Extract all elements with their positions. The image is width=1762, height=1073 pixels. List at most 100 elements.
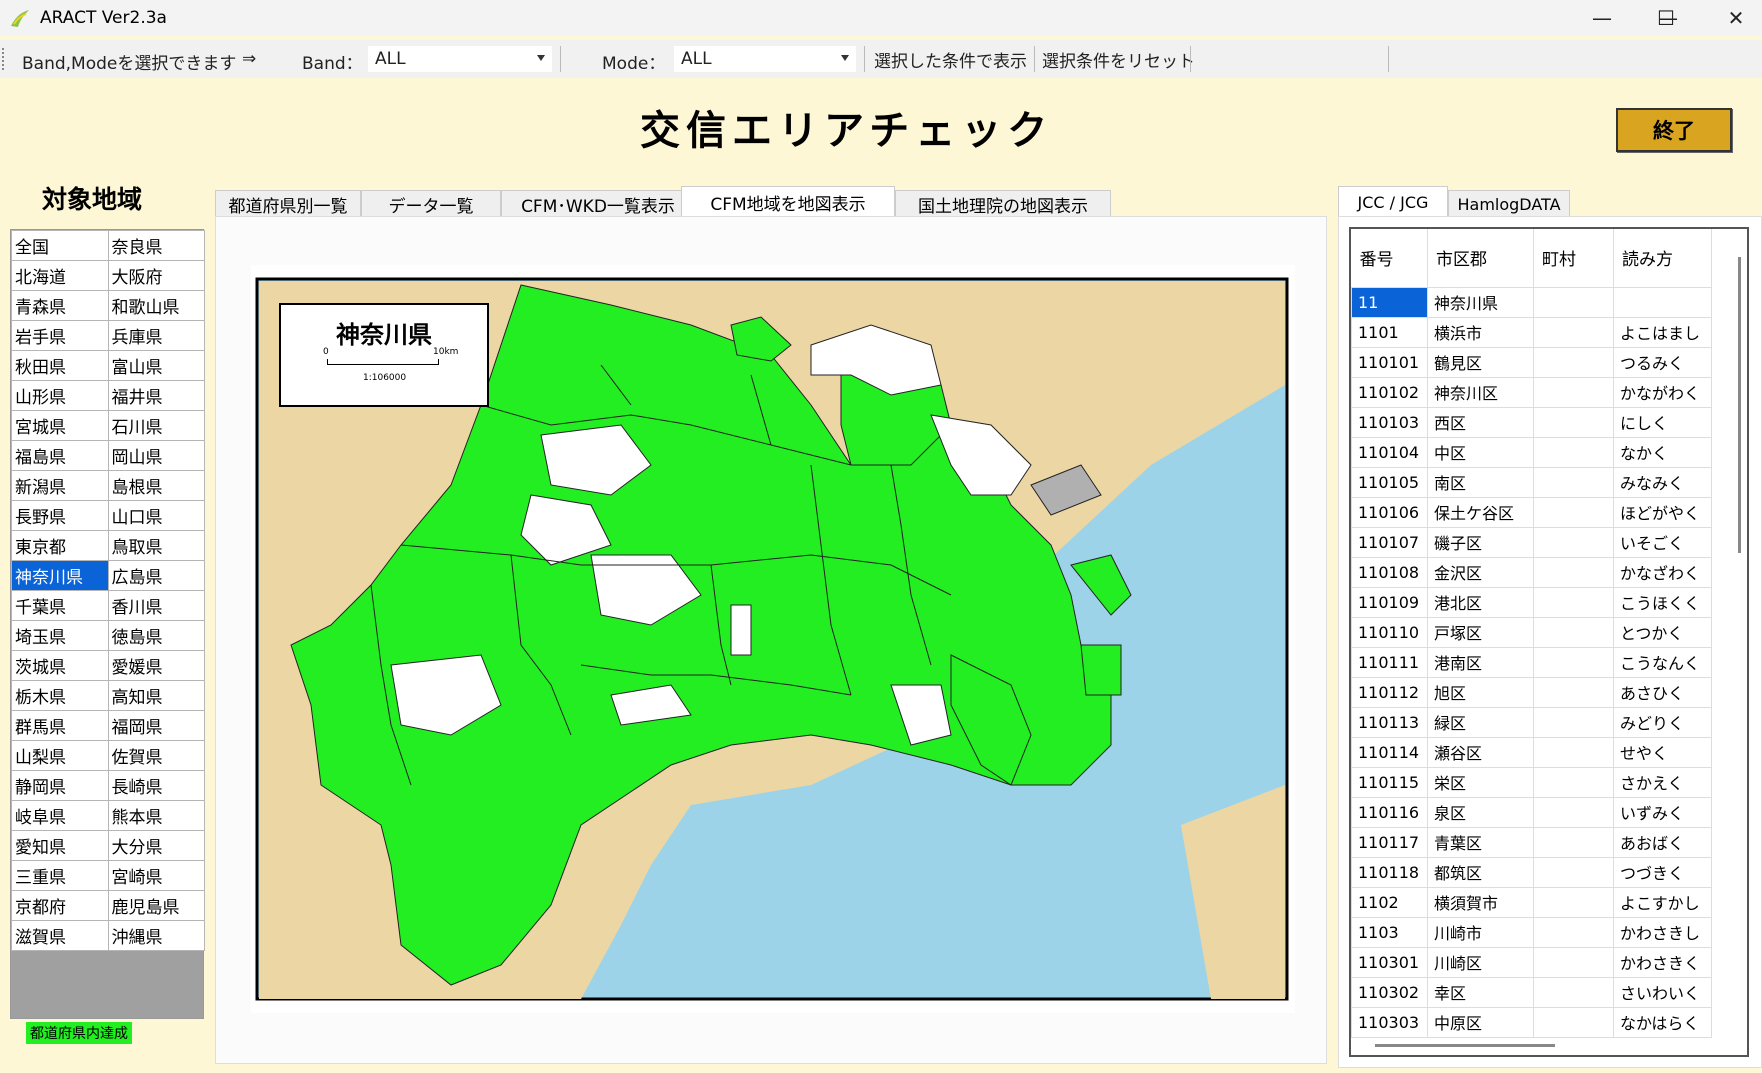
region-cell[interactable]: 滋賀県 [11, 920, 109, 951]
mode-select[interactable]: ALL [674, 46, 856, 72]
jcc-row[interactable]: 110103 西区 にしく [1351, 406, 1712, 438]
jcc-row[interactable]: 1101 横浜市 よこはまし [1351, 316, 1712, 348]
jcc-row[interactable]: 110105 南区 みなみく [1351, 466, 1712, 498]
maximize-button-2[interactable]: ☐ [1638, 0, 1694, 36]
vertical-scrollbar[interactable] [1738, 257, 1741, 553]
region-cell[interactable]: 山口県 [107, 500, 205, 531]
region-cell[interactable]: 岡山県 [107, 440, 205, 471]
close-button[interactable]: ✕ [1708, 0, 1762, 36]
region-cell[interactable]: 香川県 [107, 590, 205, 621]
region-cell[interactable]: 大分県 [107, 830, 205, 861]
region-cell[interactable]: 青森県 [11, 290, 109, 321]
tab-hamlog-data[interactable]: HamlogDATA [1448, 190, 1570, 218]
tab-cfm-wkd-list[interactable]: CFM･WKD一覧表示 [501, 190, 695, 218]
jcc-row[interactable]: 110114 瀬谷区 せやく [1351, 736, 1712, 768]
tab-prefecture-list[interactable]: 都道府県別一覧 [215, 190, 361, 218]
chevron-down-icon [841, 55, 849, 61]
region-cell[interactable]: 奈良県 [107, 230, 205, 261]
jcc-row[interactable]: 110101 鶴見区 つるみく [1351, 346, 1712, 378]
region-cell[interactable]: 鳥取県 [107, 530, 205, 561]
jcc-row[interactable]: 1102 横須賀市 よこすかし [1351, 886, 1712, 918]
tab-jcc-jcg[interactable]: JCC / JCG [1338, 186, 1448, 218]
region-cell[interactable]: 東京都 [11, 530, 109, 561]
region-row: 岐阜県 熊本県 [11, 800, 205, 831]
region-cell[interactable]: 徳島県 [107, 620, 205, 651]
region-cell[interactable]: 宮崎県 [107, 860, 205, 891]
jcc-row[interactable]: 110113 緑区 みどりく [1351, 706, 1712, 738]
jcc-row[interactable]: 110108 金沢区 かなざわく [1351, 556, 1712, 588]
region-cell[interactable]: 長野県 [11, 500, 109, 531]
region-cell[interactable]: 沖縄県 [107, 920, 205, 951]
region-cell[interactable]: 愛媛県 [107, 650, 205, 681]
jcc-row[interactable]: 110106 保土ケ谷区 ほどがやく [1351, 496, 1712, 528]
region-cell[interactable]: 秋田県 [11, 350, 109, 381]
region-cell[interactable]: 福島県 [11, 440, 109, 471]
region-cell[interactable]: 広島県 [107, 560, 205, 591]
region-cell[interactable]: 福岡県 [107, 710, 205, 741]
toolbar-grip[interactable] [2, 48, 6, 70]
jcc-row[interactable]: 110303 中原区 なかはらく [1351, 1006, 1712, 1038]
region-cell[interactable]: 北海道 [11, 260, 109, 291]
jcc-cell-code: 110109 [1351, 586, 1428, 618]
apply-filter-button[interactable]: 選択した条件で表示 [874, 47, 1027, 72]
reset-filter-button[interactable]: 選択条件をリセット [1042, 47, 1195, 72]
region-cell[interactable]: 愛知県 [11, 830, 109, 861]
region-cell[interactable]: 山形県 [11, 380, 109, 411]
region-cell[interactable]: 全国 [11, 230, 109, 261]
tab-data-list[interactable]: データ一覧 [361, 190, 501, 218]
region-cell[interactable]: 和歌山県 [107, 290, 205, 321]
region-cell[interactable]: 三重県 [11, 860, 109, 891]
jcc-row[interactable]: 110115 栄区 さかえく [1351, 766, 1712, 798]
jcc-row[interactable]: 11 神奈川県 [1351, 286, 1712, 318]
region-cell[interactable]: 群馬県 [11, 710, 109, 741]
region-cell[interactable]: 大阪府 [107, 260, 205, 291]
region-cell[interactable]: 静岡県 [11, 770, 109, 801]
jcc-row[interactable]: 110109 港北区 こうほくく [1351, 586, 1712, 618]
region-cell[interactable]: 兵庫県 [107, 320, 205, 351]
horizontal-scrollbar[interactable] [1375, 1044, 1555, 1047]
region-cell[interactable]: 宮城県 [11, 410, 109, 441]
region-cell[interactable]: 山梨県 [11, 740, 109, 771]
jcc-row[interactable]: 110107 磯子区 いそごく [1351, 526, 1712, 558]
region-cell[interactable]: 福井県 [107, 380, 205, 411]
tab-cfm-map[interactable]: CFM地域を地図表示 [681, 186, 895, 218]
header-code[interactable]: 番号 [1351, 229, 1428, 288]
region-cell[interactable]: 長崎県 [107, 770, 205, 801]
region-cell[interactable]: 石川県 [107, 410, 205, 441]
tab-gsi-map[interactable]: 国土地理院の地図表示 [895, 190, 1111, 218]
region-cell[interactable]: 高知県 [107, 680, 205, 711]
header-yomi[interactable]: 読み方 [1613, 229, 1712, 288]
jcc-row[interactable]: 110116 泉区 いずみく [1351, 796, 1712, 828]
jcc-row[interactable]: 110111 港南区 こうなんく [1351, 646, 1712, 678]
map-title-box: 神奈川県 0 10km 1:106000 [279, 303, 489, 407]
region-cell[interactable]: 佐賀県 [107, 740, 205, 771]
region-cell[interactable]: 京都府 [11, 890, 109, 921]
minimize-button-2[interactable]: — [1574, 0, 1630, 36]
jcc-row[interactable]: 110102 神奈川区 かながわく [1351, 376, 1712, 408]
band-select[interactable]: ALL [368, 46, 552, 72]
header-town[interactable]: 町村 [1533, 229, 1614, 288]
jcc-row[interactable]: 110302 幸区 さいわいく [1351, 976, 1712, 1008]
region-cell[interactable]: 島根県 [107, 470, 205, 501]
jcc-row[interactable]: 110118 都筑区 つづきく [1351, 856, 1712, 888]
region-cell[interactable]: 鹿児島県 [107, 890, 205, 921]
region-cell[interactable]: 岐阜県 [11, 800, 109, 831]
region-cell[interactable]: 新潟県 [11, 470, 109, 501]
jcc-row[interactable]: 110112 旭区 あさひく [1351, 676, 1712, 708]
region-cell[interactable]: 栃木県 [11, 680, 109, 711]
exit-button[interactable]: 終了 [1616, 108, 1732, 152]
header-city[interactable]: 市区郡 [1427, 229, 1534, 288]
jcc-row[interactable]: 110301 川崎区 かわさきく [1351, 946, 1712, 978]
region-cell[interactable]: 熊本県 [107, 800, 205, 831]
region-cell[interactable]: 埼玉県 [11, 620, 109, 651]
region-cell[interactable]: 富山県 [107, 350, 205, 381]
jcc-row[interactable]: 110117 青葉区 あおばく [1351, 826, 1712, 858]
region-cell[interactable]: 神奈川県 [11, 560, 109, 591]
region-cell[interactable]: 岩手県 [11, 320, 109, 351]
chevron-down-icon [537, 55, 545, 61]
jcc-row[interactable]: 110104 中区 なかく [1351, 436, 1712, 468]
jcc-row[interactable]: 110110 戸塚区 とつかく [1351, 616, 1712, 648]
region-cell[interactable]: 千葉県 [11, 590, 109, 621]
jcc-row[interactable]: 1103 川崎市 かわさきし [1351, 916, 1712, 948]
region-cell[interactable]: 茨城県 [11, 650, 109, 681]
